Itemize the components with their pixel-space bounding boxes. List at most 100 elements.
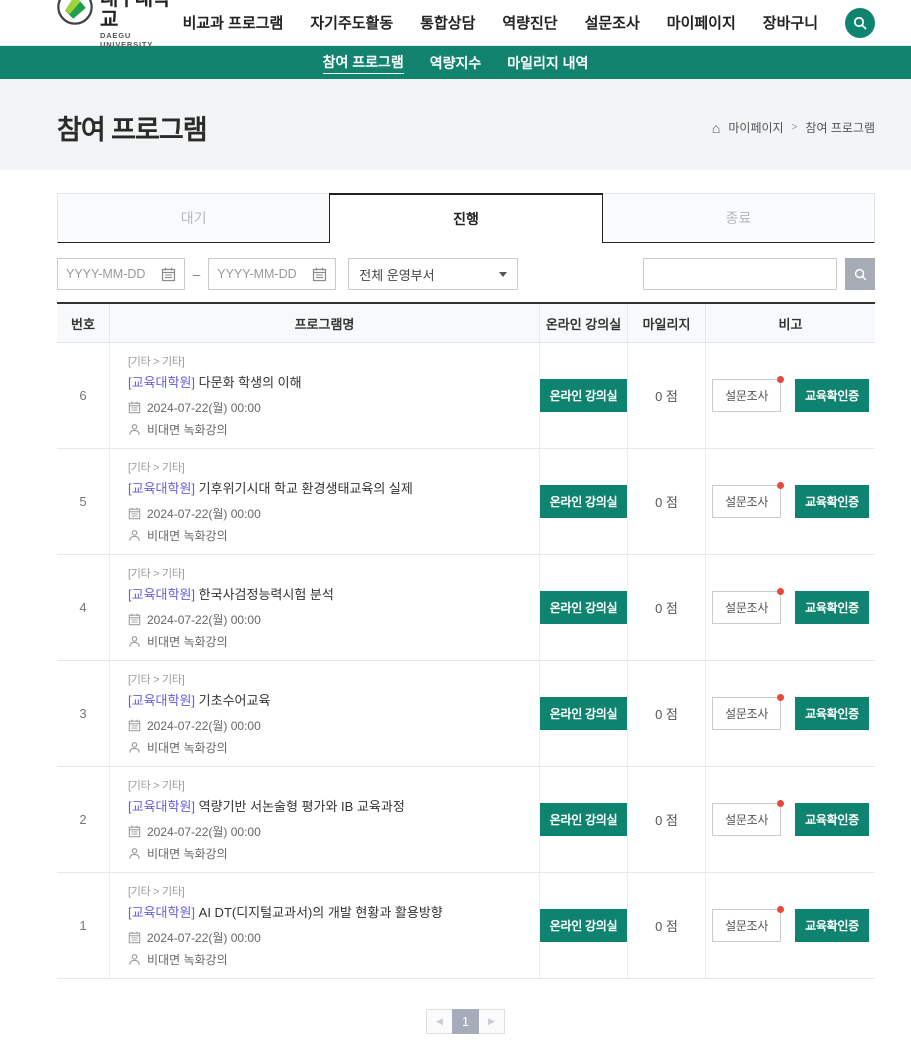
search-icon (852, 15, 868, 31)
subnav-item-participation-programs[interactable]: 참여 프로그램 (323, 51, 404, 74)
program-date-line: 2024-07-22(월) 00:00 (128, 399, 261, 416)
education-certificate-button[interactable]: 교육확인증 (795, 909, 869, 942)
calendar-icon (128, 719, 141, 732)
program-category: [기타 > 기타] (128, 777, 184, 793)
survey-button[interactable]: 설문조사 (712, 803, 781, 836)
breadcrumb-current: 참여 프로그램 (805, 119, 875, 136)
note-cell: 설문조사 교육확인증 (706, 661, 875, 766)
mileage-value: 0 점 (628, 661, 706, 766)
note-cell: 설문조사 교육확인증 (706, 343, 875, 448)
calendar-icon[interactable] (161, 267, 176, 282)
tab-ended[interactable]: 종료 (602, 193, 875, 243)
col-header-online-classroom: 온라인 강의실 (540, 304, 628, 342)
row-number: 1 (57, 873, 110, 978)
program-title-link[interactable]: [교육대학원] 역량기반 서논술형 평가와 IB 교육과정 (128, 796, 405, 815)
main-nav: 비교과 프로그램 자기주도활동 통합상담 역량진단 설문조사 마이페이지 장바구… (183, 8, 875, 38)
program-table-body: 6 [기타 > 기타] [교육대학원] 다문화 학생의 이해 2024-07-2… (57, 343, 875, 979)
education-certificate-button[interactable]: 교육확인증 (795, 697, 869, 730)
row-number: 6 (57, 343, 110, 448)
program-info-cell: [기타 > 기타] [교육대학원] 한국사검정능력시험 분석 2024-07-2… (110, 555, 540, 660)
program-name[interactable]: 한국사검정능력시험 분석 (199, 587, 334, 602)
breadcrumb-mypage[interactable]: 마이페이지 (728, 119, 783, 136)
nav-item-extracurricular[interactable]: 비교과 프로그램 (183, 12, 284, 33)
home-icon[interactable]: ⌂ (712, 121, 720, 135)
program-department[interactable]: [교육대학원] (128, 375, 195, 390)
program-department[interactable]: [교육대학원] (128, 799, 195, 814)
filter-bar: – 전체 운영부서 (57, 258, 875, 290)
program-method: 비대면 녹화강의 (147, 845, 228, 862)
calendar-icon[interactable] (312, 267, 327, 282)
survey-button[interactable]: 설문조사 (712, 697, 781, 730)
subnav-item-competency-index[interactable]: 역량지수 (430, 52, 482, 74)
tab-ongoing[interactable]: 진행 (329, 193, 602, 243)
nav-item-cart[interactable]: 장바구니 (763, 12, 818, 33)
program-method: 비대면 녹화강의 (147, 421, 228, 438)
program-name[interactable]: 다문화 학생의 이해 (199, 375, 302, 390)
table-row: 4 [기타 > 기타] [교육대학원] 한국사검정능력시험 분석 2024-07… (57, 555, 875, 661)
pagination-page-1[interactable]: 1 (452, 1009, 479, 1034)
survey-button-label: 설문조사 (725, 601, 768, 615)
education-certificate-button[interactable]: 교육확인증 (795, 485, 869, 518)
program-method: 비대면 녹화강의 (147, 739, 228, 756)
online-classroom-button[interactable]: 온라인 강의실 (540, 803, 627, 836)
table-row: 1 [기타 > 기타] [교육대학원] AI DT(디지털교과서)의 개발 현황… (57, 873, 875, 979)
program-category: [기타 > 기타] (128, 671, 184, 687)
page-title: 참여 프로그램 (57, 108, 207, 147)
keyword-search-button[interactable] (845, 258, 875, 290)
program-title-link[interactable]: [교육대학원] 기후위기시대 학교 환경생태교육의 실제 (128, 478, 413, 497)
online-classroom-button[interactable]: 온라인 강의실 (540, 909, 627, 942)
row-number: 4 (57, 555, 110, 660)
education-certificate-button[interactable]: 교육확인증 (795, 803, 869, 836)
survey-button[interactable]: 설문조사 (712, 591, 781, 624)
col-header-note: 비고 (706, 304, 875, 342)
mileage-value: 0 점 (628, 449, 706, 554)
program-title-link[interactable]: [교육대학원] 한국사검정능력시험 분석 (128, 584, 334, 603)
online-classroom-cell: 온라인 강의실 (540, 767, 628, 872)
program-name[interactable]: 기후위기시대 학교 환경생태교육의 실제 (199, 481, 413, 496)
program-name[interactable]: 기초수어교육 (199, 693, 271, 708)
nav-item-competency[interactable]: 역량진단 (502, 12, 557, 33)
survey-button[interactable]: 설문조사 (712, 379, 781, 412)
logo-text: 대구대학교 DAEGU UNIVERSITY (100, 0, 183, 49)
header-search-button[interactable] (845, 8, 875, 38)
program-title-link[interactable]: [교육대학원] AI DT(디지털교과서)의 개발 현황과 활용방향 (128, 902, 443, 921)
program-department[interactable]: [교육대학원] (128, 587, 195, 602)
program-method-line: 비대면 녹화강의 (128, 421, 228, 438)
date-to-input[interactable] (217, 267, 306, 281)
program-department[interactable]: [교육대학원] (128, 905, 195, 920)
subnav-item-mileage-history[interactable]: 마일리지 내역 (507, 52, 588, 74)
program-title-link[interactable]: [교육대학원] 다문화 학생의 이해 (128, 372, 302, 391)
online-classroom-cell: 온라인 강의실 (540, 661, 628, 766)
program-method-line: 비대면 녹화강의 (128, 633, 228, 650)
program-name[interactable]: AI DT(디지털교과서)의 개발 현황과 활용방향 (199, 905, 443, 920)
program-title-link[interactable]: [교육대학원] 기초수어교육 (128, 690, 270, 709)
nav-item-counseling[interactable]: 통합상담 (420, 12, 475, 33)
online-classroom-button[interactable]: 온라인 강의실 (540, 591, 627, 624)
university-logo[interactable]: 대구대학교 DAEGU UNIVERSITY (57, 0, 183, 49)
program-info-cell: [기타 > 기타] [교육대학원] 기후위기시대 학교 환경생태교육의 실제 2… (110, 449, 540, 554)
education-certificate-button[interactable]: 교육확인증 (795, 591, 869, 624)
online-classroom-button[interactable]: 온라인 강의실 (540, 697, 627, 730)
program-method-line: 비대면 녹화강의 (128, 845, 228, 862)
pagination-next-button[interactable]: ▶ (478, 1009, 505, 1034)
online-classroom-button[interactable]: 온라인 강의실 (540, 379, 627, 412)
survey-button[interactable]: 설문조사 (712, 485, 781, 518)
program-department[interactable]: [교육대학원] (128, 481, 195, 496)
nav-item-survey[interactable]: 설문조사 (585, 12, 640, 33)
nav-item-mypage[interactable]: 마이페이지 (667, 12, 736, 33)
program-method: 비대면 녹화강의 (147, 527, 228, 544)
department-select[interactable]: 전체 운영부서 (348, 258, 518, 290)
tab-waiting[interactable]: 대기 (57, 193, 330, 243)
program-date-line: 2024-07-22(월) 00:00 (128, 823, 261, 840)
pagination-prev-button[interactable]: ◀ (426, 1009, 453, 1034)
table-row: 2 [기타 > 기타] [교육대학원] 역량기반 서논술형 평가와 IB 교육과… (57, 767, 875, 873)
education-certificate-button[interactable]: 교육확인증 (795, 379, 869, 412)
nav-item-self-directed[interactable]: 자기주도활동 (310, 12, 393, 33)
survey-button[interactable]: 설문조사 (712, 909, 781, 942)
subnav: 참여 프로그램 역량지수 마일리지 내역 (0, 46, 911, 79)
date-from-input[interactable] (66, 267, 155, 281)
program-name[interactable]: 역량기반 서논술형 평가와 IB 교육과정 (199, 799, 405, 814)
keyword-search-input[interactable] (643, 258, 837, 290)
online-classroom-button[interactable]: 온라인 강의실 (540, 485, 627, 518)
program-department[interactable]: [교육대학원] (128, 693, 195, 708)
